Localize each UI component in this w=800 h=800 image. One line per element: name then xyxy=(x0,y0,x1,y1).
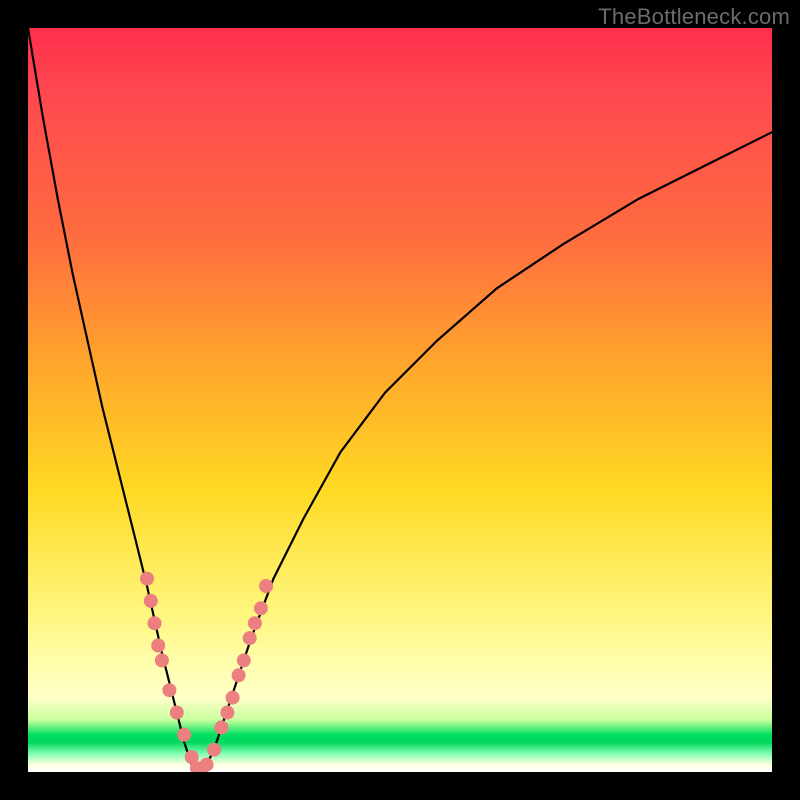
marker-dot xyxy=(220,706,234,720)
plot-area xyxy=(28,28,772,772)
marker-dot xyxy=(155,653,169,667)
curve-group xyxy=(28,28,772,772)
marker-dot xyxy=(200,758,214,772)
marker-dot xyxy=(214,720,228,734)
marker-dot xyxy=(226,691,240,705)
marker-dot xyxy=(248,616,262,630)
markers-group xyxy=(140,572,273,772)
chart-frame: TheBottleneck.com xyxy=(0,0,800,800)
marker-dot xyxy=(170,706,184,720)
marker-dot xyxy=(237,653,251,667)
marker-dot xyxy=(151,639,165,653)
marker-dot xyxy=(232,668,246,682)
marker-dot xyxy=(162,683,176,697)
marker-dot xyxy=(144,594,158,608)
marker-dot xyxy=(148,616,162,630)
watermark-text: TheBottleneck.com xyxy=(598,4,790,30)
chart-svg xyxy=(28,28,772,772)
marker-dot xyxy=(259,579,273,593)
marker-dot xyxy=(177,728,191,742)
bottleneck-curve-path xyxy=(28,28,772,772)
marker-dot xyxy=(254,601,268,615)
marker-dot xyxy=(207,743,221,757)
marker-dot xyxy=(140,572,154,586)
marker-dot xyxy=(243,631,257,645)
